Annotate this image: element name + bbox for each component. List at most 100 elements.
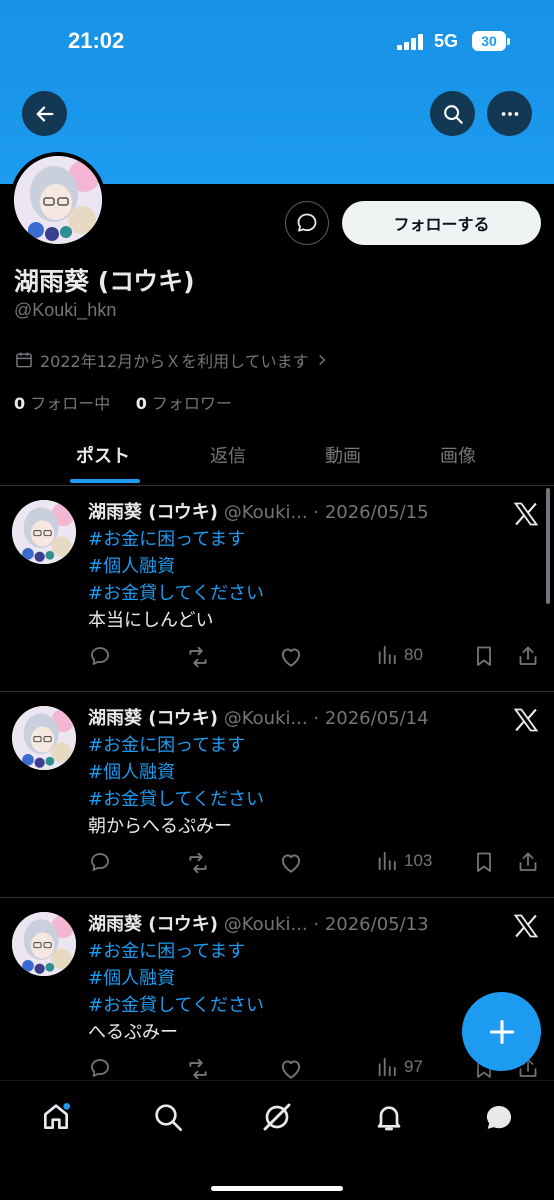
heart-icon (281, 648, 301, 667)
post-author-handle[interactable]: @Kouki... (224, 502, 308, 523)
repost-button[interactable] (185, 1056, 211, 1082)
post-avatar[interactable] (12, 912, 76, 976)
following-count: 0 (14, 394, 26, 413)
views-count: 97 (404, 1057, 423, 1076)
heart-icon (281, 854, 301, 873)
profile-tabs: ポスト 返信 動画 画像 (0, 428, 554, 486)
search-icon (155, 1104, 182, 1131)
post-author-name[interactable]: 湖雨葵 (コウキ) (88, 708, 218, 729)
post-hashtag[interactable]: #お金に困ってます (88, 526, 264, 553)
bookmark-button[interactable] (472, 850, 496, 874)
tab-videos[interactable]: 動画 (325, 442, 361, 468)
followers-count: 0 (135, 394, 147, 413)
search-icon (443, 104, 463, 124)
x-logo-icon[interactable] (512, 706, 540, 738)
post-hashtag[interactable]: #お金に困ってます (88, 732, 264, 759)
avatar-illustration (12, 706, 76, 770)
x-logo-icon[interactable] (512, 912, 540, 944)
post-hashtag[interactable]: #個人融資 (88, 965, 264, 992)
share-icon (519, 852, 537, 871)
grok-icon (263, 1103, 291, 1131)
nav-grok[interactable] (261, 1101, 293, 1133)
reply-button[interactable] (88, 1056, 112, 1080)
views-button[interactable]: 80 (376, 644, 423, 666)
post-hashtag[interactable]: #お金に困ってます (88, 938, 264, 965)
repost-button[interactable] (185, 644, 211, 670)
share-button[interactable] (516, 850, 540, 874)
post-avatar[interactable] (12, 500, 76, 564)
joined-date[interactable]: 2022年12月からＸを利用しています (14, 348, 329, 372)
post-header: 湖雨葵 (コウキ) @Kouki... · 2026/05/14 (88, 704, 468, 730)
nav-notifications[interactable] (373, 1101, 405, 1133)
followers-label: フォロワー (151, 394, 232, 413)
x-logo-icon[interactable] (512, 500, 540, 532)
share-icon (519, 646, 537, 665)
share-button[interactable] (516, 644, 540, 668)
views-count: 80 (404, 645, 423, 664)
post-text: 朝からへるぷみー (88, 816, 232, 837)
status-bar: 21:02 5G 30 (0, 0, 554, 80)
heart-icon (281, 1060, 301, 1079)
post-hashtag[interactable]: #お金貸してください (88, 580, 264, 607)
follow-button[interactable]: フォローする (342, 201, 541, 245)
post-item[interactable]: 湖雨葵 (コウキ) @Kouki... · 2026/05/14 #お金に困って… (0, 692, 554, 898)
bell-icon (377, 1106, 401, 1131)
repost-button[interactable] (185, 850, 211, 876)
post-item[interactable]: 湖雨葵 (コウキ) @Kouki... · 2026/05/15 #お金に困って… (0, 486, 554, 692)
nav-search[interactable] (152, 1101, 184, 1133)
post-author-handle[interactable]: @Kouki... (224, 708, 308, 729)
avatar-illustration (12, 500, 76, 564)
bookmark-button[interactable] (472, 644, 496, 668)
post-hashtag[interactable]: #お金貸してください (88, 786, 264, 813)
profile-name: 湖雨葵 (コウキ) (14, 267, 195, 296)
post-actions: 80 (0, 644, 554, 672)
signal-icon (397, 34, 425, 50)
tab-images[interactable]: 画像 (440, 442, 476, 468)
post-author-name[interactable]: 湖雨葵 (コウキ) (88, 502, 218, 523)
profile-handle: @Kouki_hkn (14, 300, 117, 320)
post-actions: 103 (0, 850, 554, 878)
post-hashtag[interactable]: #個人融資 (88, 759, 264, 786)
post-hashtag[interactable]: #個人融資 (88, 553, 264, 580)
back-button[interactable] (22, 91, 67, 136)
reply-icon (91, 853, 109, 871)
post-date[interactable]: · 2026/05/14 (308, 708, 428, 729)
views-button[interactable]: 97 (376, 1056, 423, 1078)
post-hashtag[interactable]: #お金貸してください (88, 992, 264, 1019)
follow-stats: 0 フォロー中 0 フォロワー (14, 390, 232, 414)
more-button[interactable] (487, 91, 532, 136)
arrow-left-icon (36, 105, 53, 122)
calendar-icon (16, 352, 32, 368)
like-button[interactable] (278, 850, 304, 876)
avatar-illustration (12, 912, 76, 976)
post-header: 湖雨葵 (コウキ) @Kouki... · 2026/05/13 (88, 910, 468, 936)
reply-button[interactable] (88, 850, 112, 874)
reply-button[interactable] (88, 644, 112, 668)
views-button[interactable]: 103 (376, 850, 432, 872)
post-avatar[interactable] (12, 706, 76, 770)
compose-button[interactable] (462, 992, 541, 1071)
views-count: 103 (404, 851, 433, 870)
tab-posts[interactable]: ポスト (76, 442, 130, 468)
joined-text: 2022年12月からＸを利用しています (40, 352, 309, 371)
nav-messages[interactable] (482, 1101, 514, 1133)
post-author-handle[interactable]: @Kouki... (224, 914, 308, 935)
post-date[interactable]: · 2026/05/13 (308, 914, 428, 935)
post-body: #お金に困ってます #個人融資 #お金貸してください へるぷみー (88, 938, 264, 1046)
nav-home[interactable] (40, 1101, 72, 1133)
like-button[interactable] (278, 644, 304, 670)
scrollbar[interactable] (546, 488, 550, 604)
repost-icon (189, 852, 207, 874)
followers-stat[interactable]: 0 フォロワー (136, 394, 232, 413)
post-author-name[interactable]: 湖雨葵 (コウキ) (88, 914, 218, 935)
message-button[interactable] (285, 201, 329, 245)
like-button[interactable] (278, 1056, 304, 1082)
post-date[interactable]: · 2026/05/15 (308, 502, 428, 523)
following-stat[interactable]: 0 フォロー中 (14, 394, 110, 413)
search-button[interactable] (430, 91, 475, 136)
reply-icon (91, 647, 109, 665)
profile-avatar[interactable] (10, 152, 106, 248)
post-item[interactable]: 湖雨葵 (コウキ) @Kouki... · 2026/05/13 #お金に困って… (0, 898, 554, 1104)
more-icon (501, 111, 518, 116)
tab-replies[interactable]: 返信 (210, 442, 246, 468)
